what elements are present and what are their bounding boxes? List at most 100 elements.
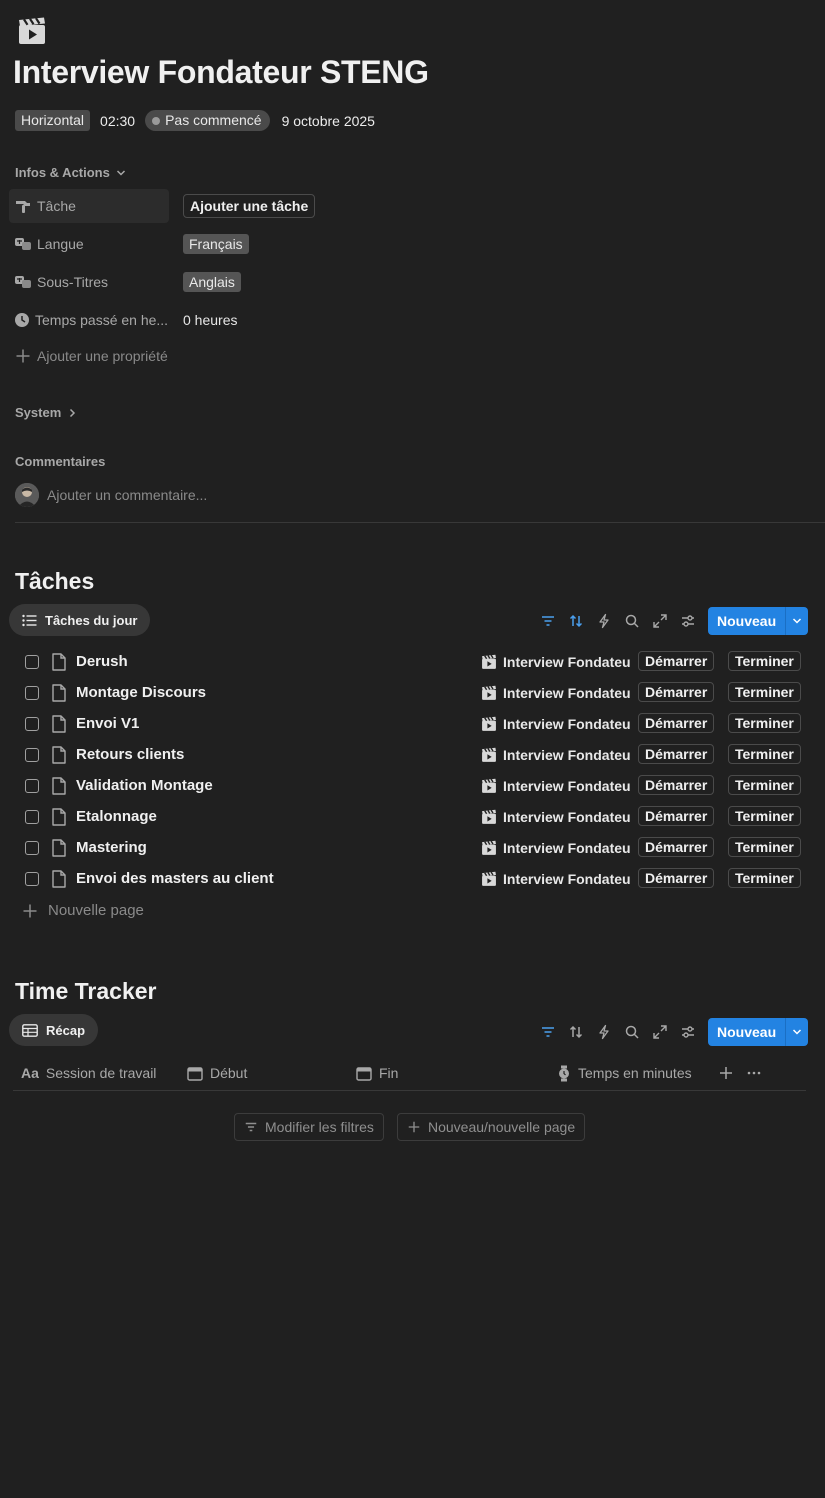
expand-icon[interactable]	[646, 1018, 674, 1046]
table-row[interactable]: Envoi des masters au client Interview Fon…	[22, 863, 812, 894]
relation-project-link[interactable]: Interview Fondateur STENG	[481, 840, 631, 856]
status-badge[interactable]: Pas commencé	[145, 110, 270, 131]
add-task-button[interactable]: Ajouter une tâche	[183, 194, 316, 218]
property-name-subtitles[interactable]: Sous-Titres	[9, 265, 169, 299]
property-name-task[interactable]: Tâche	[9, 189, 169, 223]
column-header-end[interactable]: Fin	[356, 1062, 398, 1084]
tracker-new-button[interactable]: Nouveau	[708, 1018, 786, 1046]
filter-icon[interactable]	[534, 1018, 562, 1046]
table-row[interactable]: Mastering Interview Fondateur STENG Démarr…	[22, 832, 812, 863]
infos-section-toggle[interactable]: Infos & Actions	[15, 165, 126, 180]
new-tracker-page-button[interactable]: Nouveau/nouvelle page	[397, 1113, 586, 1141]
task-checkbox[interactable]	[25, 685, 39, 700]
date-value[interactable]: 9 octobre 2025	[282, 113, 375, 129]
relation-project-link[interactable]: Interview Fondateur STENG	[481, 747, 631, 763]
finish-button[interactable]: Terminer	[728, 836, 801, 857]
start-button[interactable]: Démarrer	[638, 805, 715, 826]
task-title[interactable]: Etalonnage	[76, 808, 157, 825]
tab-daily-tasks[interactable]: Tâches du jour	[9, 604, 151, 636]
table-row[interactable]: Envoi V1 Interview Fondateur STENG Démarre…	[22, 708, 812, 739]
subtitles-tag[interactable]: Anglais	[183, 271, 241, 292]
task-title[interactable]: Envoi V1	[76, 715, 139, 732]
column-header-session[interactable]: Aa Session de travail	[21, 1062, 156, 1084]
task-title[interactable]: Retours clients	[76, 746, 184, 763]
start-button[interactable]: Démarrer	[638, 681, 715, 702]
finish-button[interactable]: Terminer	[728, 867, 801, 888]
relation-project-link[interactable]: Interview Fondateur STENG	[481, 778, 631, 794]
finish-button[interactable]: Terminer	[728, 650, 801, 671]
finish-button[interactable]: Terminer	[728, 681, 801, 702]
task-title[interactable]: Validation Montage	[76, 777, 213, 794]
finish-button[interactable]: Terminer	[728, 774, 801, 795]
tasks-new-button[interactable]: Nouveau	[708, 607, 786, 635]
sort-icon[interactable]	[562, 1018, 590, 1046]
more-options-icon[interactable]	[746, 1065, 762, 1086]
task-checkbox[interactable]	[25, 840, 39, 855]
automation-icon[interactable]	[590, 607, 618, 635]
table-row[interactable]: Etalonnage Interview Fondateur STENG Démar…	[22, 801, 812, 832]
task-title[interactable]: Montage Discours	[76, 684, 206, 701]
start-button[interactable]: Démarrer	[638, 836, 715, 857]
task-title[interactable]: Envoi des masters au client	[76, 870, 274, 887]
start-button[interactable]: Démarrer	[638, 743, 715, 764]
start-button[interactable]: Démarrer	[638, 712, 715, 733]
start-button[interactable]: Démarrer	[638, 867, 715, 888]
relation-project-link[interactable]: Interview Fondateur STENG	[481, 685, 631, 701]
table-icon	[22, 1023, 38, 1037]
start-button[interactable]: Démarrer	[638, 650, 715, 671]
table-row[interactable]: Validation Montage Interview Fondateur ST…	[22, 770, 812, 801]
task-title[interactable]: Mastering	[76, 839, 147, 856]
finish-button[interactable]: Terminer	[728, 743, 801, 764]
task-checkbox[interactable]	[25, 654, 39, 669]
table-row[interactable]: Montage Discours Interview Fondateur STEN…	[22, 677, 812, 708]
new-page-button[interactable]: Nouvelle page	[22, 902, 144, 919]
finish-button[interactable]: Terminer	[728, 712, 801, 733]
column-header-start[interactable]: Début	[187, 1062, 247, 1084]
expand-icon[interactable]	[646, 607, 674, 635]
property-name-language[interactable]: Langue	[9, 227, 169, 261]
tasks-heading[interactable]: Tâches	[15, 568, 94, 595]
settings-sliders-icon[interactable]	[674, 1018, 702, 1046]
property-name-time-spent[interactable]: Temps passé en he...	[9, 303, 169, 337]
time-spent-value[interactable]: 0 heures	[183, 312, 237, 328]
task-checkbox[interactable]	[25, 747, 39, 762]
finish-button[interactable]: Terminer	[728, 805, 801, 826]
task-checkbox[interactable]	[25, 778, 39, 793]
translate-icon	[15, 276, 31, 288]
edit-filters-button[interactable]: Modifier les filtres	[234, 1113, 384, 1141]
duration-value[interactable]: 02:30	[100, 113, 135, 129]
table-row[interactable]: Derush Interview Fondateur STENG Démarrer T…	[22, 646, 812, 677]
clapperboard-icon	[481, 809, 497, 825]
relation-project-link[interactable]: Interview Fondateur STENG	[481, 871, 631, 887]
task-checkbox[interactable]	[25, 716, 39, 731]
system-section-toggle[interactable]: System	[15, 405, 77, 420]
task-title[interactable]: Derush	[76, 653, 128, 670]
task-checkbox[interactable]	[25, 871, 39, 886]
tasks-new-dropdown[interactable]	[785, 607, 809, 635]
relation-project-link[interactable]: Interview Fondateur STENG	[481, 809, 631, 825]
relation-project-link[interactable]: Interview Fondateur STENG	[481, 654, 631, 670]
column-header-minutes[interactable]: Temps en minutes	[557, 1062, 692, 1084]
add-property-button[interactable]: Ajouter une propriété	[15, 348, 168, 364]
infos-section-label: Infos & Actions	[15, 165, 110, 180]
search-icon[interactable]	[618, 607, 646, 635]
automation-icon[interactable]	[590, 1018, 618, 1046]
filter-icon[interactable]	[534, 607, 562, 635]
add-column-plus-icon[interactable]	[718, 1065, 734, 1086]
settings-sliders-icon[interactable]	[674, 607, 702, 635]
page-title[interactable]: Interview Fondateur STENG	[13, 54, 429, 91]
language-tag[interactable]: Français	[183, 233, 249, 254]
start-button[interactable]: Démarrer	[638, 774, 715, 795]
table-row[interactable]: Retours clients Interview Fondateur STENG…	[22, 739, 812, 770]
task-checkbox[interactable]	[25, 809, 39, 824]
relation-project-link[interactable]: Interview Fondateur STENG	[481, 716, 631, 732]
tab-recap[interactable]: Récap	[9, 1014, 99, 1046]
clapperboard-icon[interactable]	[17, 16, 47, 46]
tracker-new-dropdown[interactable]	[785, 1018, 809, 1046]
format-tag[interactable]: Horizontal	[15, 110, 91, 131]
chevron-down-icon	[793, 618, 802, 624]
search-icon[interactable]	[618, 1018, 646, 1046]
time-tracker-heading[interactable]: Time Tracker	[15, 978, 157, 1005]
comment-input[interactable]: Ajouter un commentaire...	[47, 487, 207, 503]
sort-icon[interactable]	[562, 607, 590, 635]
